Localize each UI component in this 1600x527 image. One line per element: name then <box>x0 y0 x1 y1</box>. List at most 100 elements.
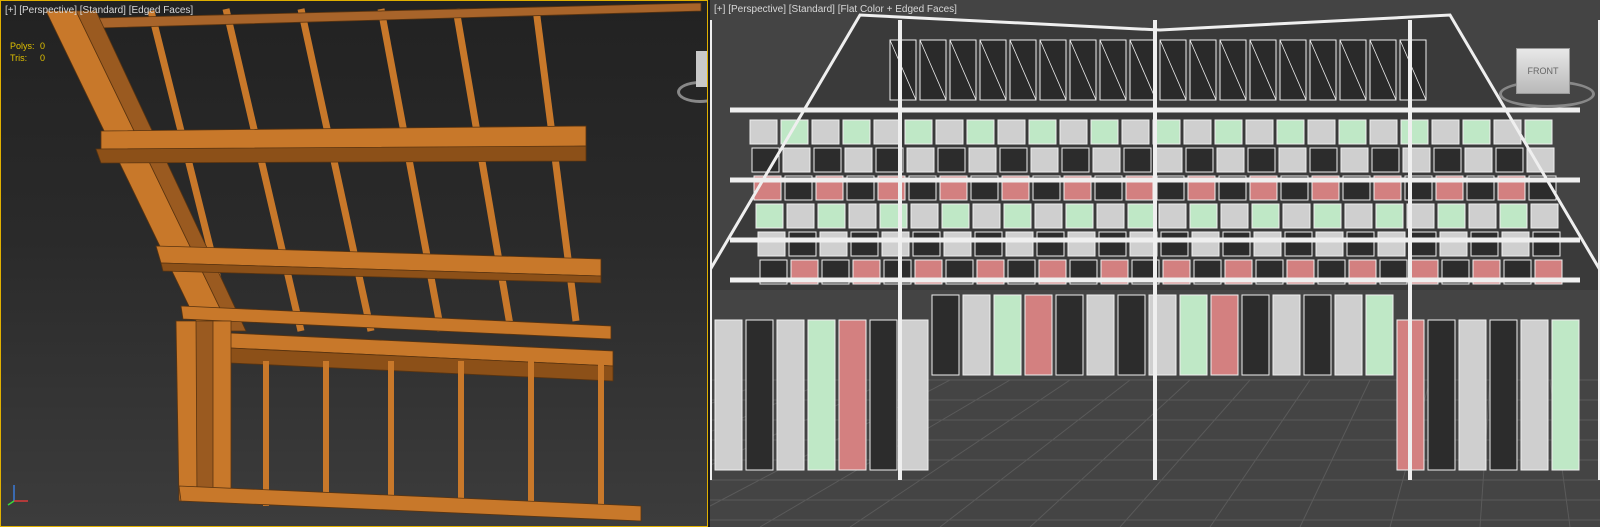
glass-panel <box>1276 119 1305 145</box>
left-viewport[interactable]: [+] [Perspective] [Standard] [Edged Face… <box>0 0 708 527</box>
glass-panel <box>844 147 873 173</box>
glass-panel <box>1247 147 1276 173</box>
rafter <box>222 8 305 332</box>
glass-panel <box>1532 231 1561 257</box>
glass-panel <box>1346 231 1375 257</box>
glass-panel <box>782 147 811 173</box>
glass-structure-model[interactable] <box>710 0 1600 527</box>
viewport-view-menu[interactable]: [Perspective] <box>728 4 786 15</box>
glass-panel <box>1096 203 1125 229</box>
grid-line <box>1299 379 1371 527</box>
glass-panel <box>881 231 910 257</box>
rafter <box>452 8 515 332</box>
glass-panel <box>941 203 970 229</box>
glass-panel <box>966 119 995 145</box>
tris-label: Tris: <box>10 53 28 63</box>
viewport-menu-plus[interactable]: [+] <box>714 4 725 15</box>
tris-value: 0 <box>40 53 46 63</box>
glass-panel <box>1005 231 1034 257</box>
glass-panel <box>1340 147 1369 173</box>
viewport-shading-menu[interactable]: [Standard] <box>789 4 835 15</box>
glass-panel <box>819 231 848 257</box>
glass-panel <box>842 119 871 145</box>
purlin-underside <box>95 145 587 164</box>
glass-panel <box>1030 147 1059 173</box>
glass-panel <box>943 231 972 257</box>
glass-panel <box>1214 119 1243 145</box>
glass-panel <box>1121 119 1150 145</box>
glass-panel <box>817 203 846 229</box>
glass-panel <box>997 119 1026 145</box>
glass-panel <box>873 119 902 145</box>
glass-panel <box>1495 147 1524 173</box>
glass-panel <box>1185 147 1214 173</box>
viewport-view-menu[interactable]: [Perspective] <box>19 5 77 16</box>
glass-panel <box>1400 119 1429 145</box>
wall-panel <box>869 319 898 471</box>
glass-panel <box>1189 203 1218 229</box>
wall-panel <box>1210 294 1239 376</box>
glass-panel <box>1501 231 1530 257</box>
glass-panel <box>1061 147 1090 173</box>
glass-panel <box>1307 119 1336 145</box>
glass-panel <box>972 203 1001 229</box>
glass-panel <box>1402 147 1431 173</box>
glass-panel <box>1315 231 1344 257</box>
glass-panel <box>1158 203 1187 229</box>
glass-panel <box>974 231 1003 257</box>
wall-panel <box>1551 319 1580 471</box>
statistics-overlay: Polys: 0 Tris: 0 <box>10 40 45 64</box>
glass-panel <box>1499 203 1528 229</box>
wall-panel <box>807 319 836 471</box>
glass-panel <box>786 203 815 229</box>
glass-panel <box>1098 231 1127 257</box>
glass-panel <box>1034 203 1063 229</box>
glass-panel <box>1065 203 1094 229</box>
glass-panel <box>1437 203 1466 229</box>
viewcube-icon[interactable] <box>696 51 707 87</box>
glass-panel <box>1344 203 1373 229</box>
glass-panel <box>906 147 935 173</box>
glass-panel <box>1036 231 1065 257</box>
glass-panel <box>813 147 842 173</box>
glass-panel <box>1003 203 1032 229</box>
glass-panel <box>1524 119 1553 145</box>
glass-panel <box>755 203 784 229</box>
glass-panel <box>1313 203 1342 229</box>
glass-panel <box>1253 231 1282 257</box>
glass-panel <box>811 119 840 145</box>
glass-panel <box>1309 147 1338 173</box>
glass-panel <box>1338 119 1367 145</box>
viewcube-icon[interactable]: FRONT <box>1516 48 1570 94</box>
viewport-menu-plus[interactable]: [+] <box>5 5 16 16</box>
right-viewport[interactable]: [+] [Perspective] [Standard] [Flat Color… <box>710 0 1600 527</box>
glass-panel <box>1468 203 1497 229</box>
wall-panel <box>900 319 929 471</box>
viewport-shading-menu[interactable]: [Standard] <box>80 5 126 16</box>
glass-panel <box>749 119 778 145</box>
glass-panel <box>1067 231 1096 257</box>
glass-panel <box>1245 119 1274 145</box>
glass-panel <box>850 231 879 257</box>
glass-panel <box>1470 231 1499 257</box>
glass-panel <box>1278 147 1307 173</box>
glass-panel <box>1282 203 1311 229</box>
wall-panel <box>931 294 960 376</box>
wall-panel <box>1241 294 1270 376</box>
bottom-plate <box>178 485 642 522</box>
glass-panel <box>1123 147 1152 173</box>
wall-panel <box>1427 319 1456 471</box>
viewport-display-menu[interactable]: [Flat Color + Edged Faces] <box>838 4 957 15</box>
wall-panel <box>838 319 867 471</box>
glass-panel <box>1431 119 1460 145</box>
wall-panel <box>1489 319 1518 471</box>
wall-panel <box>714 319 743 471</box>
wall-panel <box>1024 294 1053 376</box>
glass-panel <box>968 147 997 173</box>
viewport-display-menu[interactable]: [Edged Faces] <box>129 5 193 16</box>
wood-frame-model[interactable] <box>1 1 708 527</box>
glass-panel <box>1284 231 1313 257</box>
wall-panel <box>1179 294 1208 376</box>
glass-panel <box>1152 119 1181 145</box>
glass-panel <box>879 203 908 229</box>
